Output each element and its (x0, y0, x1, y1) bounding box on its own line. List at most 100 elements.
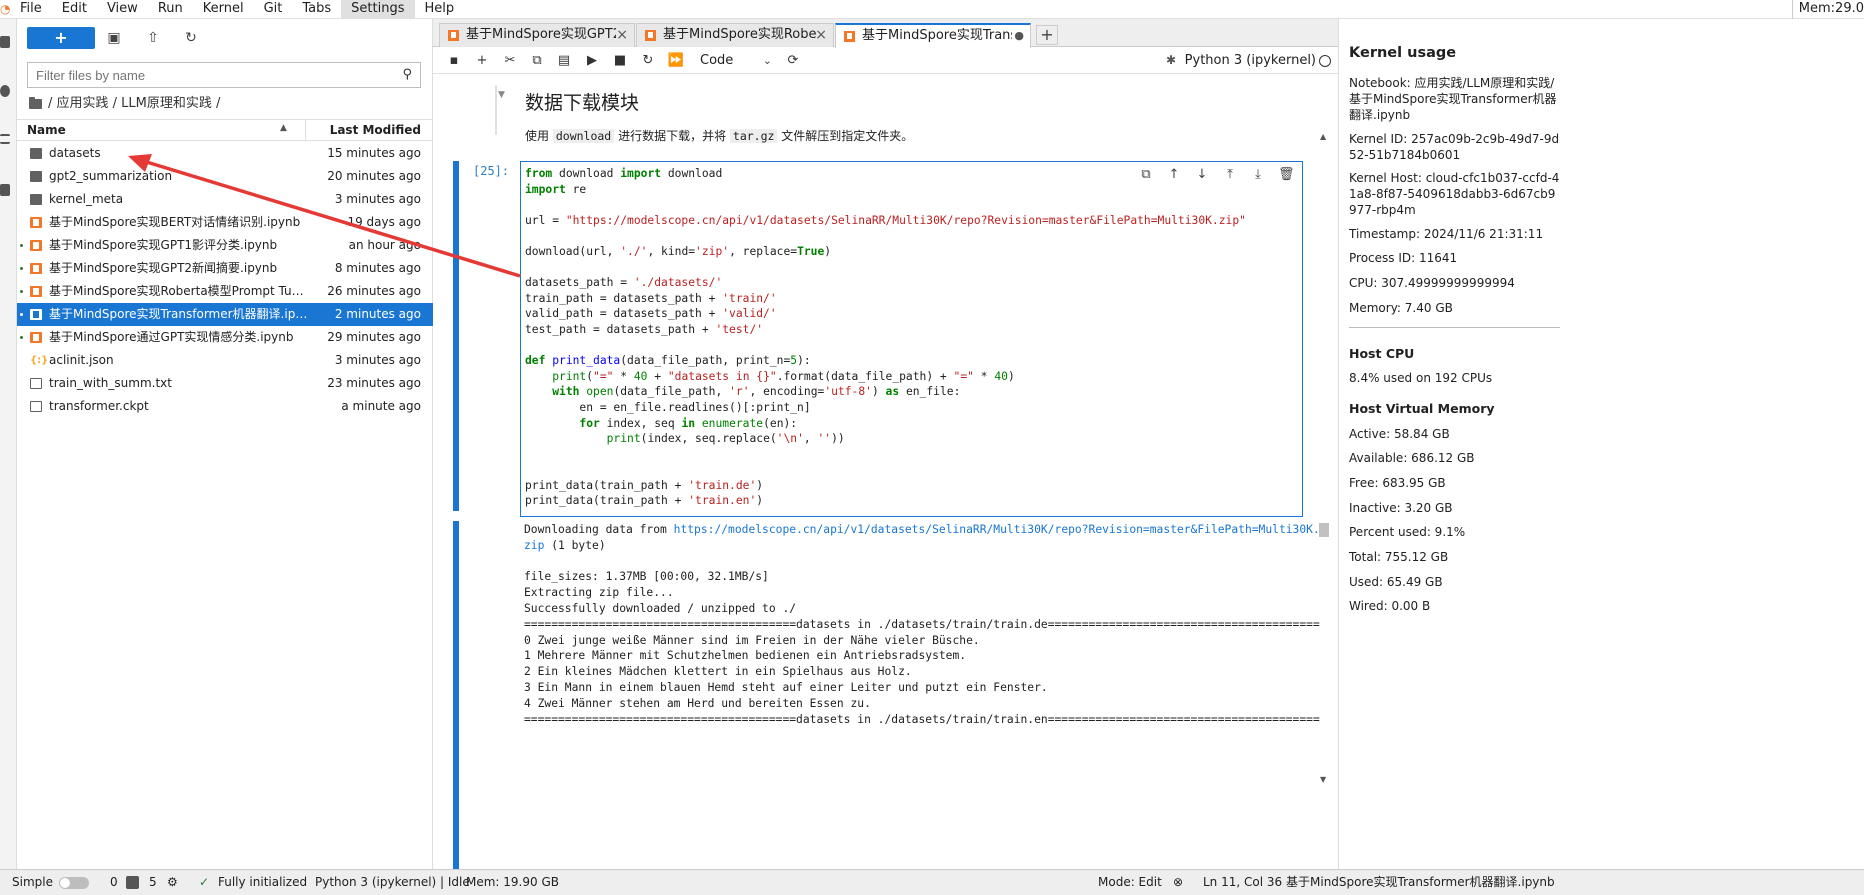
new-folder-icon[interactable]: ▣ (105, 29, 123, 47)
save-icon[interactable]: ▪ (445, 52, 463, 70)
download-link[interactable]: zip (524, 539, 544, 552)
paste-icon[interactable]: ▤ (555, 52, 573, 70)
kernel-name[interactable]: Python 3 (ipykernel) (1185, 51, 1316, 71)
markdown-collapser[interactable]: ▼ (495, 85, 509, 143)
scrollbar-thumb[interactable] (1319, 523, 1329, 537)
menu-git[interactable]: Git (254, 0, 293, 19)
cell-type-select[interactable]: Code ⌄ (696, 51, 774, 71)
menu-file[interactable]: File (10, 0, 52, 19)
close-icon[interactable]: × (815, 24, 827, 46)
mem-total: Total: 755.12 GB (1349, 550, 1449, 564)
file-row[interactable]: 基于MindSpore通过GPT实现情感分类.ipynb 29 minutes a… (17, 326, 433, 349)
notebook-icon (30, 240, 42, 251)
column-name-header[interactable]: Name (27, 123, 66, 137)
kernel-count[interactable]: 5 (149, 870, 157, 894)
copy-icon[interactable]: ⧉ (528, 52, 546, 70)
toggle-switch[interactable] (58, 876, 89, 889)
menu-tabs[interactable]: Tabs (292, 0, 341, 19)
cursor-position[interactable]: Ln 11, Col 36 (1203, 870, 1282, 894)
kernel-status[interactable]: Python 3 (ipykernel) | Idle (315, 870, 470, 894)
file-row[interactable]: 基于MindSpore实现GPT1影评分类.ipynb an hour ago (17, 234, 433, 257)
unsaved-dot-icon[interactable]: ● (1014, 25, 1024, 47)
file-row[interactable]: 基于MindSpore实现GPT2新闻摘要.ipynb 8 minutes ago (17, 257, 433, 280)
add-tab-button[interactable]: + (1036, 25, 1058, 45)
file-filter-box: ⚲ (27, 62, 421, 88)
lsp-status[interactable]: Fully initialized (218, 870, 307, 894)
output-text: Downloading data from (524, 523, 674, 536)
delete-cell-icon[interactable]: 🗑 (1278, 167, 1295, 183)
terminal-count[interactable]: 0 (110, 870, 118, 894)
kernel-id: Kernel ID: 257ac09b-2c9b-49d7-9d52-51b71… (1349, 132, 1560, 162)
column-modified-header[interactable]: Last Modified (330, 123, 421, 137)
new-launcher-button[interactable]: + (27, 27, 95, 49)
git-diff-icon[interactable]: ⟳ (784, 52, 802, 70)
menu-edit[interactable]: Edit (52, 0, 97, 19)
refresh-icon[interactable]: ↻ (182, 29, 200, 47)
tab-transformer-notebook[interactable]: 基于MindSpore实现Transform ● (835, 23, 1031, 48)
code-editor[interactable]: ⧉ ↑ ↓ ⤒ ⤓ 🗑 from download import downloa… (520, 161, 1303, 517)
menu-run[interactable]: Run (148, 0, 193, 19)
file-modified: 3 minutes ago (334, 353, 421, 367)
output-collapser[interactable] (453, 521, 459, 869)
running-indicator-icon (20, 336, 23, 339)
file-name: 基于MindSpore实现Roberta模型Prompt Tunin... (49, 284, 311, 298)
cut-icon[interactable]: ✂ (501, 52, 519, 70)
breadcrumb: / 应用实践 / LLM原理和实践 / (29, 95, 220, 113)
restart-run-all-icon[interactable]: ⏩ (667, 52, 685, 70)
file-row[interactable]: 基于MindSpore实现BERT对话情绪识别.ipynb 19 days ago (17, 211, 433, 234)
menu-bar: ◔ File Edit View Run Kernel Git Tabs Set… (0, 0, 1864, 19)
file-row[interactable]: transformer.ckpt a minute ago (17, 395, 433, 418)
file-filter-input[interactable] (28, 63, 378, 87)
file-icon (30, 401, 42, 412)
stop-icon[interactable]: ■ (611, 52, 629, 70)
menu-help[interactable]: Help (415, 0, 465, 19)
menu-view[interactable]: View (97, 0, 148, 19)
file-row[interactable]: train_with_summ.txt 23 minutes ago (17, 372, 433, 395)
file-modified: 2 minutes ago (334, 307, 421, 321)
file-browser-toolbar: + ▣ ⇧ ↻ (27, 27, 427, 49)
breadcrumb-path[interactable]: / 应用实践 / LLM原理和实践 / (48, 95, 220, 113)
restart-icon[interactable]: ↻ (639, 52, 657, 70)
tab-roberta-notebook[interactable]: 基于MindSpore实现Roberta模 × (636, 23, 834, 47)
chevron-down-icon: ▼ (498, 90, 505, 100)
insert-cell-icon[interactable]: + (473, 52, 491, 70)
menu-settings[interactable]: Settings (341, 0, 415, 19)
file-browser: + ▣ ⇧ ↻ ⚲ / 应用实践 / LLM原理和实践 / Name ▲ Las… (17, 19, 433, 869)
simple-mode-toggle[interactable]: Simple (12, 870, 89, 894)
notebook-icon (30, 309, 42, 320)
scroll-down-icon[interactable]: ▼ (1320, 775, 1326, 784)
download-link[interactable]: https://modelscope.cn/api/v1/datasets/Se… (674, 523, 1320, 536)
notebook-toolbar: ▪ + ✂ ⧉ ▤ ▶ ■ ↻ ⏩ Code ⌄ ⟳ ✱ Python 3 (i… (433, 48, 1338, 74)
memory-usage: Memory: 7.40 GB (1349, 301, 1453, 315)
file-row[interactable]: datasets 15 minutes ago (17, 142, 433, 165)
file-row[interactable]: 基于MindSpore实现Roberta模型Prompt Tunin... 26 … (17, 280, 433, 303)
running-kernels-icon[interactable] (0, 85, 10, 97)
file-row[interactable]: gpt2_summarization 20 minutes ago (17, 165, 433, 188)
file-modified: 20 minutes ago (327, 169, 421, 183)
file-row[interactable]: 基于MindSpore实现Transformer机器翻译.ipynb 2 minu… (17, 303, 433, 326)
debugger-icon[interactable]: ✱ (1166, 53, 1176, 67)
file-browser-icon[interactable] (0, 36, 10, 48)
kernel-usage-panel: Kernel usage Notebook: 应用实践/LLM原理和实践/基于M… (1338, 19, 1864, 869)
extensions-icon[interactable] (0, 184, 10, 196)
menu-kernel[interactable]: Kernel (193, 0, 254, 19)
mem-percent: Percent used: 9.1% (1349, 525, 1466, 539)
run-icon[interactable]: ▶ (583, 52, 601, 70)
notebook-panel: 基于MindSpore实现GPT2新闻 × 基于MindSpore实现Rober… (433, 19, 1338, 869)
inline-code: download (552, 129, 615, 143)
file-row[interactable]: kernel_meta 3 minutes ago (17, 188, 433, 211)
tab-gpt2-notebook[interactable]: 基于MindSpore实现GPT2新闻 × (439, 23, 635, 47)
bug-icon[interactable]: ⊗ (1173, 870, 1183, 894)
scroll-up-icon[interactable]: ▲ (1320, 132, 1326, 141)
output-text: (1 byte) (544, 538, 606, 552)
column-divider[interactable] (305, 120, 306, 142)
cpu-usage: CPU: 307.49999999999994 (1349, 276, 1515, 290)
active-cell-indicator[interactable] (453, 161, 459, 511)
file-row[interactable]: {:} aclinit.json 3 minutes ago (17, 349, 433, 372)
folder-icon[interactable] (29, 97, 42, 109)
insert-below-icon[interactable]: ⤓ (1250, 167, 1266, 183)
kernel-icon: ⚙ (167, 875, 178, 889)
upload-icon[interactable]: ⇧ (144, 29, 162, 47)
close-icon[interactable]: × (616, 24, 628, 46)
table-of-contents-icon[interactable] (0, 134, 10, 144)
